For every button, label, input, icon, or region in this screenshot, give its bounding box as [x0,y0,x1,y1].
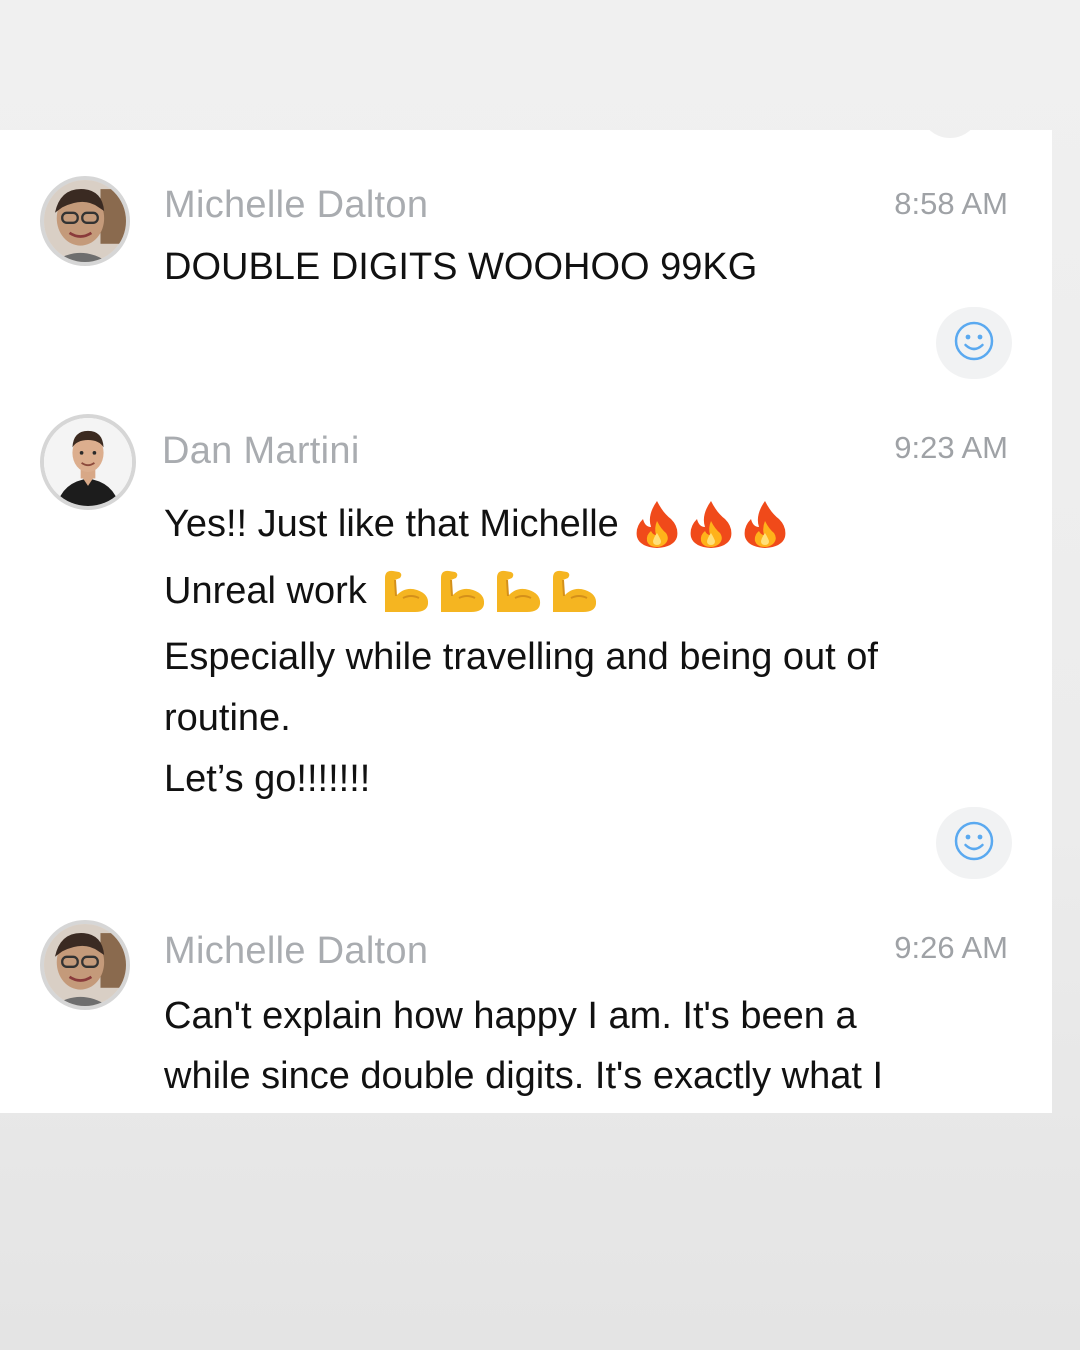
message-line: while since double digits. It's exactly … [164,1054,884,1097]
avatar[interactable] [40,414,136,510]
message-body: Can't explain how happy I am. It's been … [164,986,984,1106]
sender-name: Michelle Dalton [164,184,429,226]
message-body: Yes!! Just like that Michelle Unreal wor… [164,492,984,810]
flexed-biceps-icon [381,568,431,614]
message-line: Let’s go!!!!!!! [164,757,371,800]
message-line: Unreal work [164,556,984,626]
flexed-biceps-icon [437,568,487,614]
emoji-group [633,499,789,549]
avatar[interactable] [40,920,130,1010]
fire-icon [741,499,789,549]
message-item: Michelle Dalton 8:58 AM DOUBLE DIGITS WO… [0,174,1052,394]
message-timestamp: 9:26 AM [894,930,1008,965]
message-timestamp: 8:58 AM [894,186,1008,221]
message-timestamp: 9:23 AM [894,430,1008,465]
fire-icon [687,499,735,549]
add-reaction-button[interactable] [936,307,1012,379]
smiley-face-icon [953,820,995,867]
message-line: DOUBLE DIGITS WOOHOO 99KG [164,246,758,288]
message-line: Can't explain how happy I am. It's been … [164,994,857,1037]
message-item: Dan Martini 9:23 AM Yes!! Just like that… [0,412,1052,812]
flexed-biceps-icon [493,568,543,614]
smiley-face-icon [953,320,995,367]
chat-thread: Michelle Dalton 8:58 AM DOUBLE DIGITS WO… [0,130,1052,1113]
fire-icon [633,499,681,549]
avatar[interactable] [40,176,130,266]
message-line-text: Unreal work [164,569,367,612]
message-line: routine. [164,696,291,739]
reaction-button-partial[interactable] [920,130,980,138]
message-body: DOUBLE DIGITS WOOHOO 99KG [164,246,984,289]
flexed-biceps-icon [549,568,599,614]
emoji-group [381,568,599,614]
message-line: Especially while travelling and being ou… [164,635,878,678]
message-item: Michelle Dalton 9:26 AM Can't explain ho… [0,918,1052,1113]
add-reaction-button[interactable] [936,807,1012,879]
sender-name: Michelle Dalton [164,930,429,972]
message-line: Yes!! Just like that Michelle [164,492,984,556]
message-line-text: Yes!! Just like that Michelle [164,502,619,545]
sender-name: Dan Martini [162,430,360,472]
